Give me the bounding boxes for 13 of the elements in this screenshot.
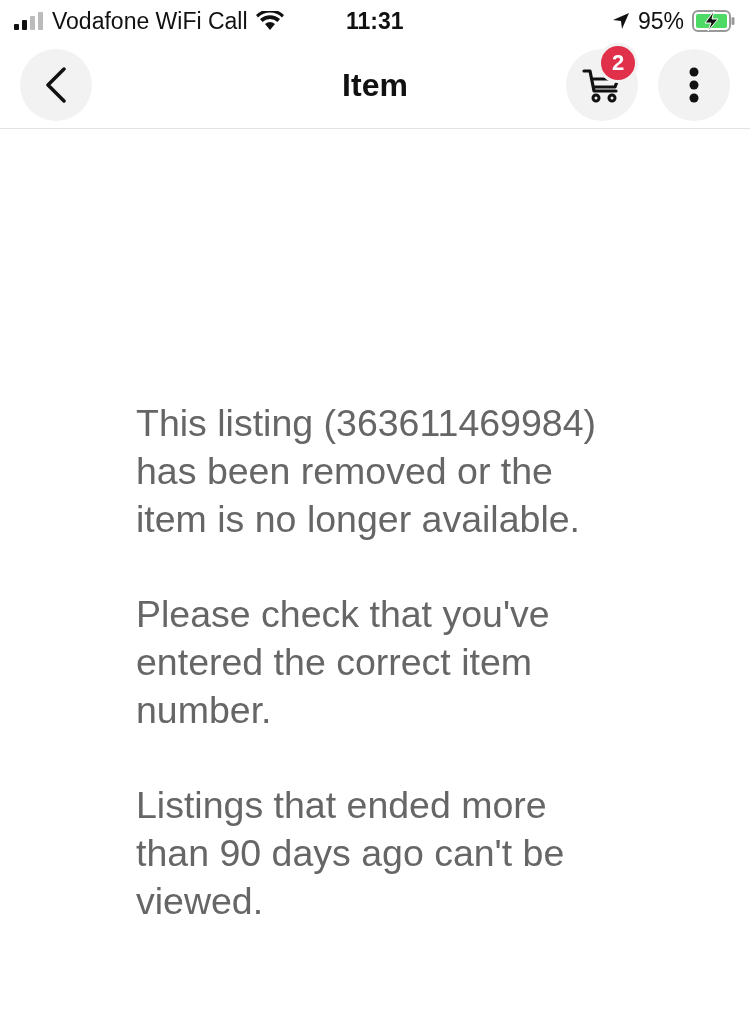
message-paragraph: Please check that you've entered the correct item number. [136,592,551,733]
cart-count-badge: 2 [598,43,638,83]
message-paragraph: This listing (363611469984) has been removed or the item is no longer available. [136,401,598,542]
carrier-name: Vodafone WiFi Call [52,7,248,35]
more-options-icon [689,67,699,103]
location-arrow-icon [611,12,630,30]
signal-icon [14,11,44,31]
page-title: Item [341,66,409,104]
battery-charging-icon [692,9,736,33]
status-time: 11:31 [346,8,404,35]
battery-percentage: 95% [637,7,684,35]
wifi-icon [255,11,284,31]
message-paragraph: Listings that ended more than 90 days ago can't be viewed. [136,783,566,924]
